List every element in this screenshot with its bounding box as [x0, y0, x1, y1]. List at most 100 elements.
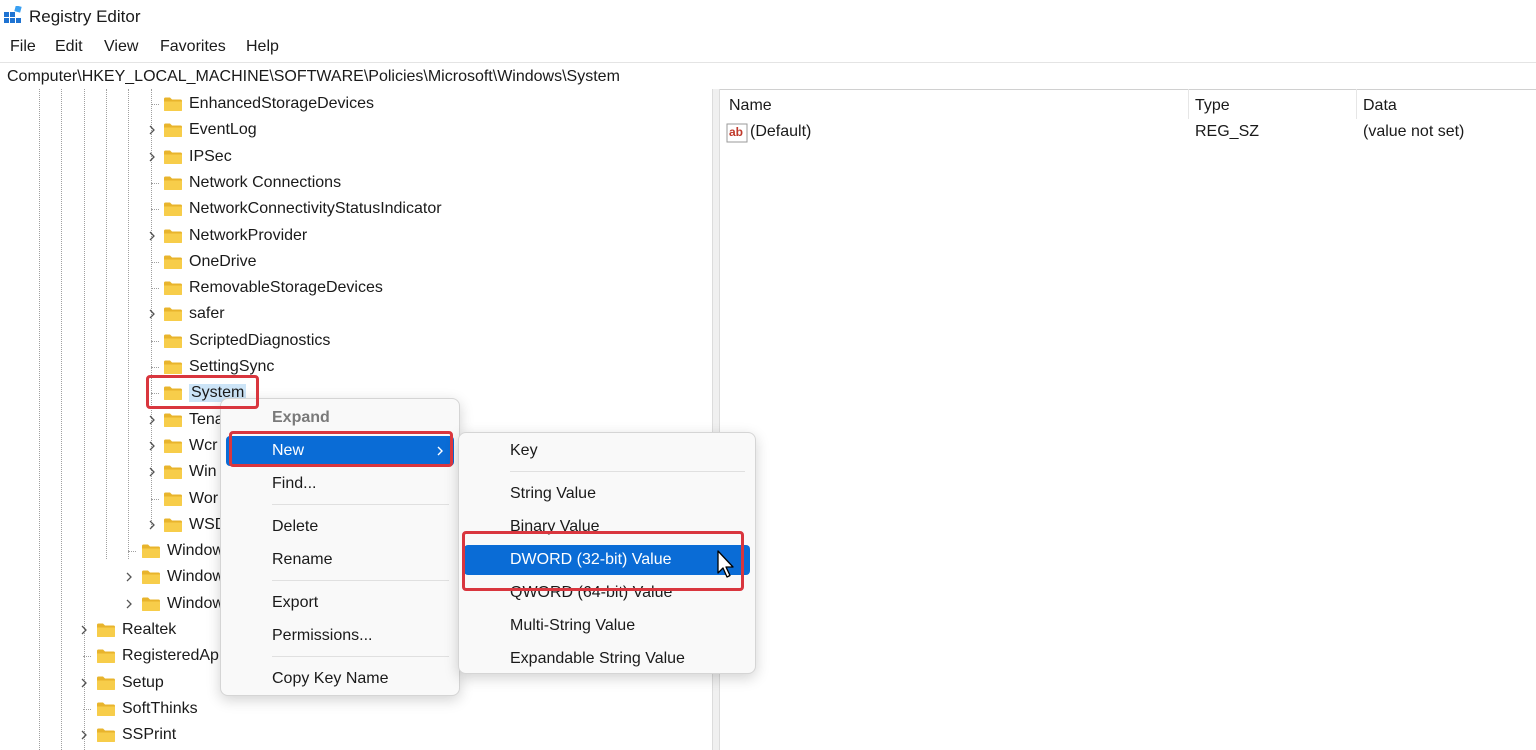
chevron-right-icon[interactable] — [145, 413, 159, 427]
folder-icon — [163, 96, 183, 112]
menu-rename[interactable]: Rename — [226, 545, 454, 575]
svg-text:ab: ab — [729, 125, 743, 139]
tree-item-label: Network Connections — [189, 173, 342, 191]
menu-find[interactable]: Find... — [226, 469, 454, 499]
tree-item-label: Window — [167, 568, 224, 586]
chevron-right-icon[interactable] — [145, 229, 159, 243]
folder-icon — [163, 517, 183, 533]
value-data: (value not set) — [1363, 123, 1465, 140]
tree-item-label: Win — [189, 463, 217, 481]
menu-new[interactable]: New — [226, 436, 454, 466]
tree-item[interactable]: ScriptedDiagnostics — [163, 329, 330, 353]
chevron-right-icon[interactable] — [145, 465, 159, 479]
submenu-qword-value[interactable]: QWORD (64-bit) Value — [464, 578, 750, 608]
address-path[interactable]: Computer\HKEY_LOCAL_MACHINE\SOFTWARE\Pol… — [7, 68, 620, 86]
tree-connector — [151, 367, 159, 368]
menu-favorites[interactable]: Favorites — [160, 38, 226, 56]
chevron-right-icon[interactable] — [77, 728, 91, 742]
submenu-string-value[interactable]: String Value — [464, 479, 750, 509]
submenu-multi-string-value[interactable]: Multi-String Value — [464, 611, 750, 641]
folder-icon — [163, 333, 183, 349]
folder-icon — [96, 675, 116, 691]
submenu-binary-value-label: Binary Value — [510, 518, 600, 535]
tree-item[interactable]: Network Connections — [163, 171, 341, 195]
menu-expand[interactable]: Expand — [226, 403, 454, 433]
tree-connector — [151, 393, 159, 395]
tree-item-label: ScriptedDiagnostics — [189, 331, 331, 349]
tree-item[interactable]: Win — [163, 460, 217, 484]
folder-icon — [163, 385, 183, 401]
tree-item[interactable]: SSPrint — [96, 723, 176, 747]
chevron-right-icon[interactable] — [122, 597, 136, 611]
column-header-data[interactable]: Data — [1363, 97, 1397, 115]
values-list[interactable]: Name Type Data ab (Default) REG_SZ (valu… — [720, 89, 1536, 750]
value-type: REG_SZ — [1195, 123, 1260, 140]
submenu-key[interactable]: Key — [464, 436, 750, 466]
folder-icon — [96, 648, 116, 664]
menu-file[interactable]: File — [10, 38, 36, 56]
menu-view[interactable]: View — [104, 38, 138, 56]
tree-item[interactable]: Window — [141, 565, 224, 589]
tree-item-label: EnhancedStorageDevices — [189, 95, 375, 112]
value-name[interactable]: (Default) — [750, 123, 811, 145]
folder-icon — [163, 149, 183, 165]
menu-find-label: Find... — [272, 475, 317, 492]
address-bar[interactable]: Computer\HKEY_LOCAL_MACHINE\SOFTWARE\Pol… — [0, 62, 1536, 90]
chevron-right-icon — [437, 446, 443, 456]
tree-item[interactable]: SettingSync — [163, 355, 274, 379]
tree-guide-line — [39, 89, 40, 750]
tree-item[interactable]: Realtek — [96, 618, 176, 642]
menu-export[interactable]: Export — [226, 588, 454, 618]
column-divider[interactable] — [1356, 89, 1357, 119]
chevron-right-icon[interactable] — [145, 307, 159, 321]
menu-copy-key-name[interactable]: Copy Key Name — [226, 664, 454, 694]
tree-item[interactable]: Window — [141, 539, 224, 563]
menu-edit[interactable]: Edit — [55, 38, 83, 56]
folder-icon — [163, 201, 183, 217]
chevron-right-icon[interactable] — [77, 676, 91, 690]
tree-item-label: Tena — [189, 410, 224, 428]
column-header-name[interactable]: Name — [729, 97, 772, 115]
menu-delete[interactable]: Delete — [226, 512, 454, 542]
menu-expand-label: Expand — [272, 409, 330, 426]
tree-item[interactable]: IPSec — [163, 145, 232, 169]
tree-item-label: Setup — [122, 673, 164, 691]
tree-item[interactable]: safer — [163, 302, 225, 326]
mouse-cursor-icon — [717, 550, 734, 578]
menu-permissions[interactable]: Permissions... — [226, 621, 454, 651]
folder-icon — [163, 491, 183, 507]
submenu-dword-value[interactable]: DWORD (32-bit) Value — [464, 545, 750, 575]
tree-item[interactable]: EventLog — [163, 118, 257, 142]
folder-icon — [163, 359, 183, 375]
tree-item[interactable]: OneDrive — [163, 250, 257, 274]
submenu-expandable-string-value[interactable]: Expandable String Value — [464, 644, 750, 674]
tree-item[interactable]: NetworkProvider — [163, 224, 307, 248]
chevron-right-icon[interactable] — [145, 439, 159, 453]
title-bar: Registry Editor — [0, 0, 1536, 34]
chevron-right-icon[interactable] — [145, 123, 159, 137]
tree-connector — [83, 708, 91, 710]
tree-item[interactable]: Wcr — [163, 434, 217, 458]
chevron-right-icon[interactable] — [77, 623, 91, 637]
chevron-right-icon[interactable] — [145, 150, 159, 164]
tree-item[interactable]: Setup — [96, 671, 164, 695]
tree-item[interactable]: SoftThinks — [96, 697, 198, 721]
tree-item[interactable]: NetworkConnectivityStatusIndicator — [163, 197, 442, 221]
tree-item[interactable]: Tena — [163, 408, 224, 432]
folder-icon — [163, 122, 183, 138]
column-divider[interactable] — [1188, 89, 1189, 119]
column-header-type[interactable]: Type — [1195, 97, 1230, 115]
tree-item[interactable]: RegisteredAp — [96, 644, 219, 668]
tree-item[interactable]: WSD — [163, 513, 226, 537]
tree-item[interactable]: Window — [141, 592, 224, 616]
tree-connector — [151, 209, 159, 211]
submenu-binary-value[interactable]: Binary Value — [464, 512, 750, 542]
folder-icon — [96, 622, 116, 638]
tree-item[interactable]: EnhancedStorageDevices — [163, 92, 374, 116]
menu-help[interactable]: Help — [246, 38, 279, 56]
chevron-right-icon[interactable] — [122, 570, 136, 584]
tree-connector — [151, 261, 159, 263]
tree-item[interactable]: Wor — [163, 487, 218, 511]
chevron-right-icon[interactable] — [145, 518, 159, 532]
tree-item[interactable]: RemovableStorageDevices — [163, 276, 383, 300]
